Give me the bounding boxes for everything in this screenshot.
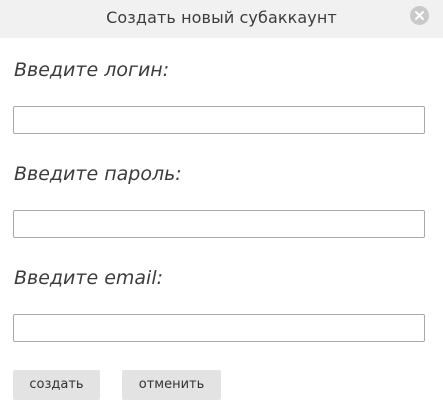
password-input[interactable] bbox=[13, 210, 425, 238]
login-input[interactable] bbox=[13, 106, 425, 134]
close-button[interactable] bbox=[410, 6, 429, 25]
password-label: Введите пароль: bbox=[14, 163, 182, 185]
cancel-button[interactable]: отменить bbox=[122, 370, 221, 400]
login-label: Введите логин: bbox=[14, 59, 170, 81]
create-subaccount-dialog: Создать новый субаккаунт Введите логин: … bbox=[0, 0, 443, 412]
close-icon bbox=[415, 11, 424, 20]
dialog-title: Создать новый субаккаунт bbox=[106, 8, 337, 27]
email-label: Введите email: bbox=[14, 267, 164, 289]
create-button[interactable]: создать bbox=[13, 370, 100, 400]
email-input[interactable] bbox=[13, 314, 425, 342]
dialog-titlebar: Создать новый субаккаунт bbox=[0, 0, 443, 38]
